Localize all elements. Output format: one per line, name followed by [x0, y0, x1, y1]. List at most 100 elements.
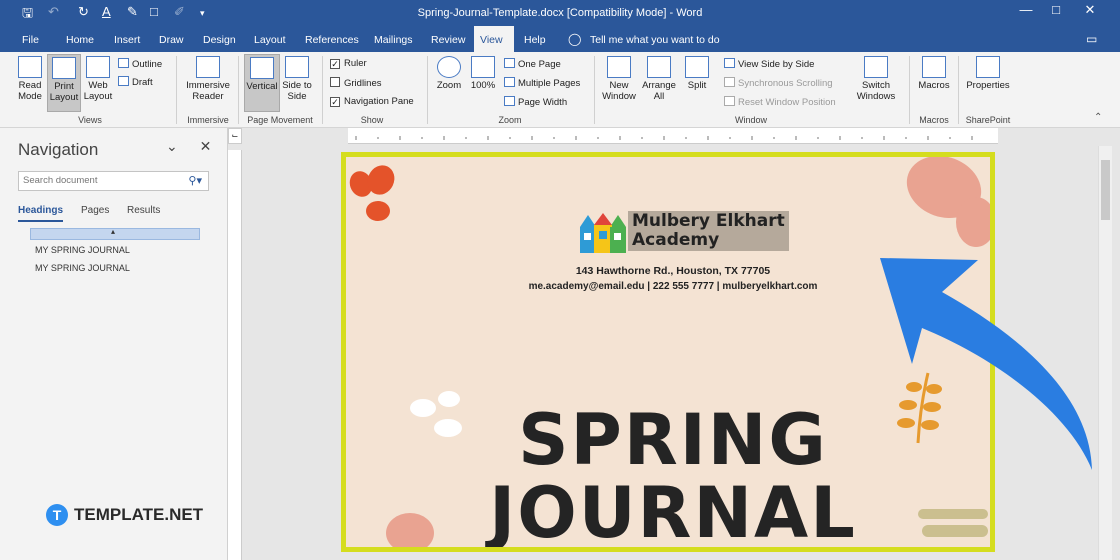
ruler-checkbox[interactable]: ✓ Ruler [330, 58, 367, 69]
tab-headings[interactable]: Headings [18, 205, 64, 222]
arrange-all-icon [647, 56, 671, 78]
navigation-title: Navigation [18, 140, 99, 159]
print-layout-button[interactable]: Print Layout [47, 54, 81, 112]
heading-item[interactable]: MY SPRING JOURNAL [35, 245, 130, 255]
caret-up-icon: ▴ [111, 227, 116, 236]
gridlines-label: Gridlines [344, 78, 382, 89]
tab-file[interactable]: File [16, 26, 45, 52]
tab-home[interactable]: Home [60, 26, 100, 52]
new-window-icon [607, 56, 631, 78]
macros-label: Macros [918, 80, 950, 91]
horizontal-ruler[interactable] [348, 128, 998, 144]
template-logo-icon: T [46, 504, 68, 526]
separator [594, 56, 595, 124]
view-side-by-side-label: View Side by Side [738, 59, 815, 70]
sync-scrolling-icon [724, 77, 735, 87]
navigation-pane-checkbox[interactable]: ✓ Navigation Pane [330, 96, 414, 107]
tell-me-search[interactable]: Tell me what you want to do [590, 26, 720, 54]
page-width-button[interactable]: Page Width [504, 96, 567, 108]
web-layout-button[interactable]: Web Layout [82, 56, 114, 102]
checkbox-unchecked-icon [330, 77, 340, 87]
tab-layout[interactable]: Layout [248, 26, 292, 52]
gridlines-checkbox[interactable]: Gridlines [330, 77, 382, 89]
reset-window-position-button[interactable]: Reset Window Position [724, 96, 836, 108]
vertical-ruler[interactable] [228, 150, 242, 560]
draft-button[interactable]: Draft [118, 76, 153, 88]
checkbox-checked-icon: ✓ [330, 97, 340, 107]
sync-scrolling-button[interactable]: Synchronous Scrolling [724, 77, 833, 89]
academy-name-line2: Academy [632, 230, 720, 250]
checkbox-checked-icon: ✓ [330, 59, 340, 69]
tab-insert[interactable]: Insert [108, 26, 146, 52]
immersive-reader-button[interactable]: Immersive Reader [183, 56, 233, 102]
macros-button[interactable]: Macros [915, 56, 953, 91]
search-icon[interactable]: ⚲▾ [188, 174, 202, 187]
zoom-100-icon [471, 56, 495, 78]
minimize-icon[interactable]: — [1016, 2, 1036, 17]
immersive-reader-icon [196, 56, 220, 78]
heading-item[interactable]: MY SPRING JOURNAL [35, 263, 130, 273]
sharepoint-group-label: SharePoint [965, 115, 1011, 125]
tab-results[interactable]: Results [127, 205, 160, 216]
search-input[interactable]: Search document ⚲▾ [18, 171, 209, 191]
close-icon[interactable]: ✕ [1080, 2, 1100, 18]
read-mode-button[interactable]: Read Mode [14, 56, 46, 102]
tab-design[interactable]: Design [197, 26, 242, 52]
tab-draw[interactable]: Draw [153, 26, 190, 52]
zoom-button[interactable]: Zoom [433, 56, 465, 91]
academy-name-line1: Mulbery Elkhart [632, 211, 785, 231]
collapse-ribbon-icon[interactable]: ⌃ [1094, 112, 1102, 123]
zoom-100-button[interactable]: 100% [468, 56, 498, 91]
switch-windows-label: Switch Windows [856, 80, 896, 102]
draft-label: Draft [132, 77, 153, 88]
heading-selection-indicator[interactable]: ▴ [30, 227, 200, 240]
one-page-button[interactable]: One Page [504, 58, 561, 70]
tab-mailings[interactable]: Mailings [368, 26, 419, 52]
properties-button[interactable]: Properties [964, 56, 1012, 91]
view-side-by-side-button[interactable]: View Side by Side [724, 58, 814, 70]
outline-icon [118, 58, 129, 68]
arrange-all-label: Arrange All [642, 80, 676, 102]
academy-name[interactable]: Mulbery Elkhart Academy [628, 211, 789, 251]
vertical-scroll-icon [250, 57, 274, 79]
switch-windows-button[interactable]: Switch Windows [850, 56, 902, 102]
scrollbar-thumb[interactable] [1101, 160, 1110, 220]
web-layout-label: Web Layout [83, 80, 113, 102]
book-icon [18, 56, 42, 78]
magnifier-icon [437, 56, 461, 78]
navigation-pane: Navigation ⌄ ✕ Search document ⚲▾ Headin… [0, 128, 228, 560]
page-width-icon [504, 96, 515, 106]
separator [427, 56, 428, 124]
tab-references[interactable]: References [299, 26, 365, 52]
page-movement-group-label: Page Movement [247, 115, 313, 125]
side-to-side-button[interactable]: Side to Side [282, 56, 312, 102]
vertical-scrollbar[interactable] [1098, 146, 1112, 560]
tab-pages[interactable]: Pages [81, 205, 109, 216]
arrange-all-button[interactable]: Arrange All [640, 56, 678, 102]
decor-leaf-shape [366, 201, 390, 221]
switch-windows-icon [864, 56, 888, 78]
globe-icon [86, 56, 110, 78]
watermark-text: TEMPLATE.NET [74, 505, 204, 524]
tab-view[interactable]: View [474, 26, 514, 52]
maximize-icon[interactable]: □ [1046, 2, 1066, 17]
tab-review[interactable]: Review [425, 26, 471, 52]
vertical-button[interactable]: Vertical [244, 54, 280, 112]
properties-label: Properties [966, 80, 1010, 91]
ruler-ticks [355, 136, 973, 140]
school-logo-icon [580, 213, 626, 253]
multiple-pages-button[interactable]: Multiple Pages [504, 77, 580, 89]
split-button[interactable]: Split [682, 56, 712, 91]
new-window-button[interactable]: New Window [600, 56, 638, 102]
tab-help[interactable]: Help [518, 26, 552, 52]
window-title: Spring-Journal-Template.docx [Compatibil… [417, 7, 703, 19]
outline-button[interactable]: Outline [118, 58, 162, 70]
print-layout-label: Print Layout [49, 81, 79, 103]
views-group-label: Views [78, 115, 102, 125]
read-mode-label: Read Mode [18, 80, 42, 102]
split-icon [685, 56, 709, 78]
tab-selector-icon[interactable]: ⌙ [228, 128, 242, 144]
comments-icon[interactable]: ▭ [1086, 32, 1097, 46]
chevron-down-icon[interactable]: ⌄ [166, 138, 178, 154]
close-icon[interactable]: ✕ [200, 138, 212, 154]
